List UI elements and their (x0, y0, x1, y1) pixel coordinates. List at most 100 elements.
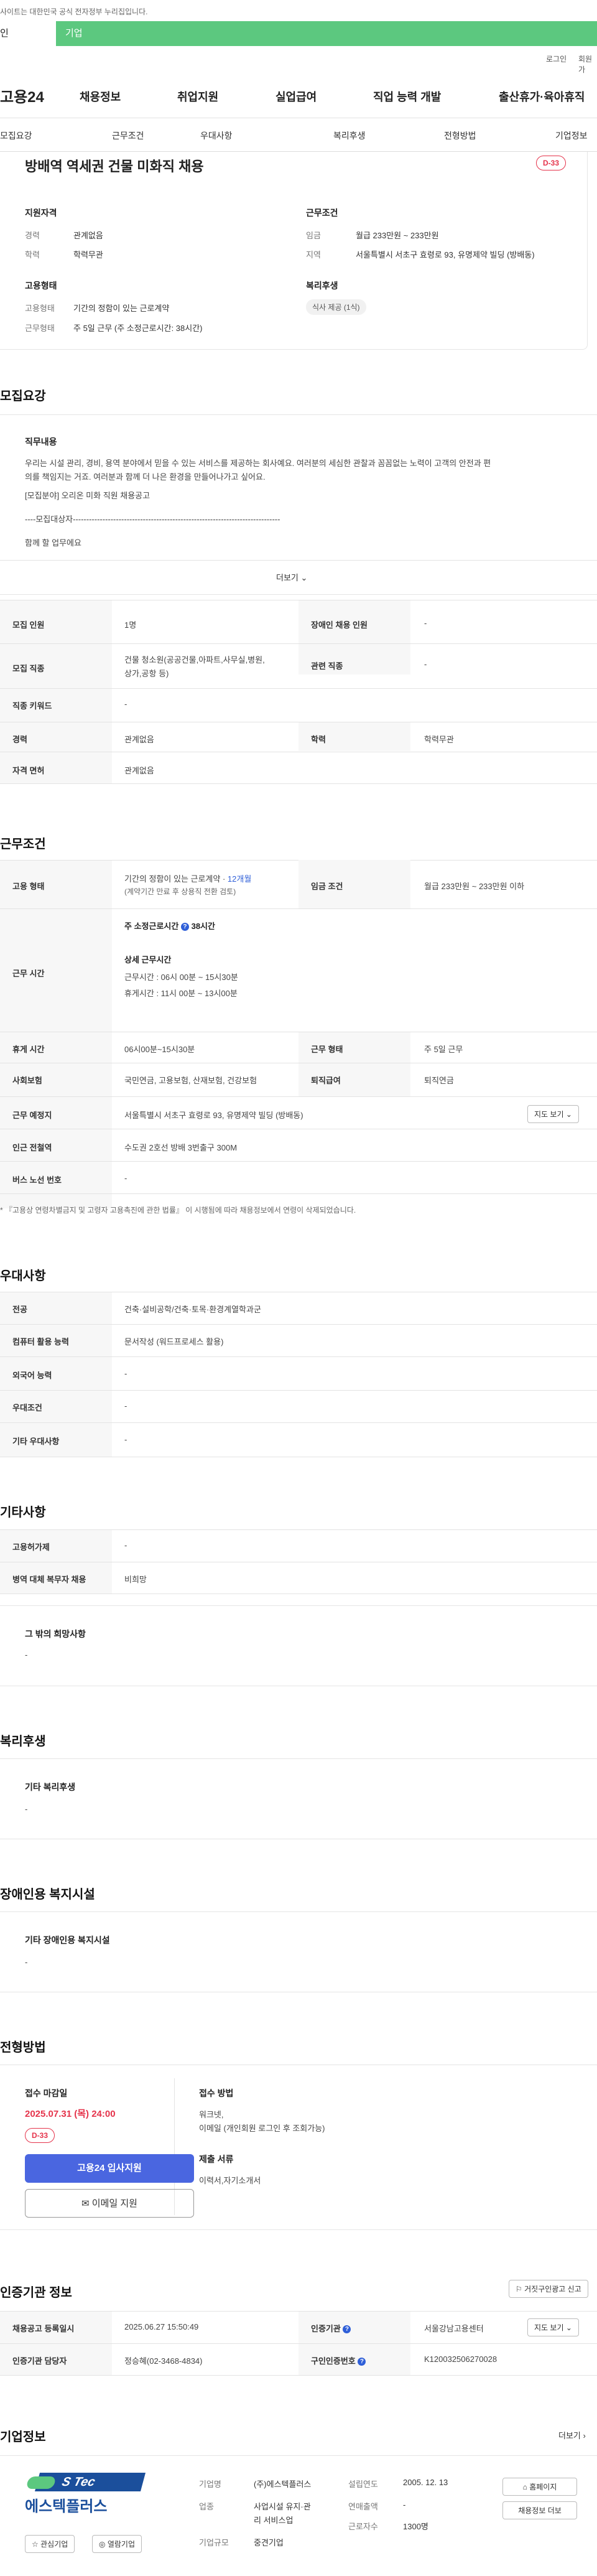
company-logo-name: 에스텍플러스 (25, 2498, 108, 2515)
homepage-button[interactable]: ⌂ 홈페이지 (502, 2478, 577, 2496)
snb-welfare[interactable]: 복리후생 (333, 129, 366, 142)
pref-language-label: 외국어 능력 (12, 1371, 52, 1380)
row-value-disabled: - (424, 618, 427, 628)
etc-table: 고용허가제 - 병역 대체 복무자 채용 비희망 (0, 1529, 597, 1594)
other-wishes-value: - (25, 1650, 28, 1659)
snb-conditions[interactable]: 근무조건 (112, 129, 144, 142)
conditions-section-title: 근무조건 (0, 838, 46, 851)
region-value: 서울특별시 서초구 효령로 93, 유명제약 빌딩 (방배동) (356, 250, 535, 259)
welfare-heading: 복리후생 (306, 281, 338, 291)
sales-label: 연매출액 (348, 2502, 378, 2511)
row-label-license: 자격 면허 (12, 766, 45, 775)
size-value: 중견기업 (254, 2538, 284, 2547)
job-description-box (0, 414, 597, 595)
industry-value-2: 리 서비스업 (254, 2516, 294, 2525)
method-value-1: 워크넷, (199, 2110, 224, 2119)
worktype-value: 주 5일 근무 (주 소정근로시간: 38시간) (73, 324, 203, 333)
snb-process[interactable]: 전형방법 (444, 129, 476, 142)
disabled-box (0, 1911, 597, 1992)
disabled-value: - (25, 1958, 28, 1967)
bus-label: 버스 노선 번호 (12, 1175, 62, 1185)
tab-corp[interactable]: 기업 (65, 21, 83, 46)
org-label: 인증기관 ? (311, 2322, 351, 2334)
welfare-box (0, 1758, 597, 1839)
etc-permit-label: 고용허가제 (12, 1542, 50, 1552)
chevron-down-icon: ⌄ (300, 573, 308, 582)
row-value-keyword: - (124, 699, 127, 709)
etc-military-label: 병역 대체 복무자 채용 (12, 1575, 86, 1584)
reg-value: 2025.06.27 15:50:49 (124, 2322, 199, 2331)
home-icon: ⌂ (522, 2483, 527, 2491)
rest-label: 휴게 시간 (12, 1045, 45, 1054)
gov-notice-text: 사이트는 대한민국 공식 전자정부 누리집입니다. (0, 7, 148, 16)
report-icon: ⚐ (516, 2285, 522, 2294)
form-label: 근무 형태 (311, 1045, 343, 1054)
job-text-line2: 의를 책임지는 거죠. 여러분과 함께 더 나은 환경을 만들어나가고 싶어요. (25, 472, 266, 482)
row-value-license: 관계없음 (124, 766, 154, 775)
more-button[interactable]: 더보기 ⌄ (276, 571, 307, 583)
gnb-menu-training[interactable]: 직업 능력 개발 (373, 88, 441, 105)
emp-period: 12개월 (227, 874, 252, 884)
emp-label: 고용 형태 (12, 882, 45, 891)
login-link[interactable]: 로그인 (546, 54, 567, 64)
mail-icon: ✉ (81, 2198, 90, 2209)
num-label: 구인인증번호 ? (311, 2354, 366, 2366)
row-label-education: 학력 (311, 735, 326, 744)
info-icon[interactable]: ? (358, 2358, 366, 2366)
snb-preference[interactable]: 우대사항 (200, 129, 233, 142)
pref-major-value: 건축·설비공학/건축·토목·환경계열학과군 (124, 1305, 261, 1314)
snb-recruit[interactable]: 모집요강 (0, 129, 32, 142)
gnb-menu-unemployment[interactable]: 실업급여 (275, 88, 317, 105)
agency-map-button[interactable]: 지도 보기 ⌄ (527, 2318, 579, 2336)
mgr-label: 인증기관 담당자 (12, 2356, 67, 2366)
company-name-value: (주)에스텍플러스 (254, 2480, 312, 2489)
insurance-label: 사회보험 (12, 1076, 42, 1085)
company-jobs-button[interactable]: 채용정보 더보 (502, 2501, 577, 2519)
row-label-headcount: 모집 인원 (12, 620, 45, 630)
employees-label: 근로자수 (348, 2522, 378, 2531)
chevron-down-icon: ⌄ (565, 2323, 572, 2332)
education-label: 학력 (25, 250, 40, 259)
follow-company-button[interactable]: ◎ 열람기업 (92, 2535, 142, 2553)
form-value: 주 5일 근무 (424, 1045, 463, 1054)
apply-button[interactable]: 고용24 입사지원 (25, 2154, 194, 2183)
place-value: 서울특별시 서초구 효령로 93, 유명제약 빌딩 (방배동) (124, 1111, 303, 1120)
wage-cond-label: 임금 조건 (311, 882, 343, 891)
site-logo[interactable]: 고용24 (0, 85, 44, 106)
report-button[interactable]: ⚐ 거짓구인광고 신고 (509, 2280, 588, 2298)
preference-section-title: 우대사항 (0, 1269, 46, 1283)
welfare-sub-heading: 기타 복리후생 (25, 1782, 76, 1792)
pref-computer-value: 문서작성 (워드프로세스 활용) (124, 1337, 224, 1346)
info-icon[interactable]: ? (343, 2325, 351, 2334)
found-value: 2005. 12. 13 (403, 2478, 448, 2487)
agency-section-title: 인증기관 정보 (0, 2286, 72, 2300)
email-apply-button[interactable]: ✉ 이메일 지원 (25, 2189, 194, 2218)
place-map-button[interactable]: 지도 보기 ⌄ (527, 1105, 579, 1123)
mgr-value: 정승혜(02-3468-4834) (124, 2356, 203, 2366)
wage-cond-value: 월급 233만원 ~ 233만원 이하 (424, 882, 525, 891)
rest-value: 06시00분~15시30분 (124, 1045, 195, 1054)
gnb-menu-jobs[interactable]: 채용정보 (80, 88, 121, 105)
fav-company-button[interactable]: ☆ 관심기업 (25, 2535, 75, 2553)
company-logo: S Tec 에스텍플러스 (25, 2473, 149, 2515)
gnb-menu-leave[interactable]: 출산휴가·육아휴직 (499, 88, 585, 105)
tab-person[interactable]: 인 (0, 21, 56, 46)
company-more-link[interactable]: 더보기 › (558, 2429, 586, 2441)
gnb-menu-employment-support[interactable]: 취업지원 (177, 88, 218, 105)
global-nav: 고용24 채용정보 취업지원 실업급여 직업 능력 개발 출산휴가·육아휴직 (0, 65, 597, 118)
snb-company[interactable]: 기업정보 (555, 129, 588, 142)
row-value-jobtype-2: 상가,공항 등) (124, 669, 169, 678)
emptype-label: 고용형태 (25, 304, 55, 313)
welfare-value: - (25, 1804, 28, 1814)
conditions-heading: 근무조건 (306, 208, 338, 218)
row-label-jobtype: 모집 직종 (12, 664, 45, 673)
job-content-heading: 직무내용 (25, 437, 57, 447)
employees-value: 1300명 (403, 2522, 428, 2531)
eye-icon: ◎ (99, 2540, 106, 2549)
bus-value: - (124, 1174, 127, 1183)
info-icon[interactable]: ? (180, 923, 189, 931)
job-text-line3: [모집분야] 오리온 미화 직원 채용공고 (25, 491, 150, 500)
method-value-2: 이메일 (개인회원 로그인 후 조회가능) (199, 2124, 325, 2133)
num-value: K120032506270028 (424, 2354, 497, 2364)
emp-value-1: 기간의 정함이 있는 근로계약 · 12개월 (124, 874, 252, 884)
